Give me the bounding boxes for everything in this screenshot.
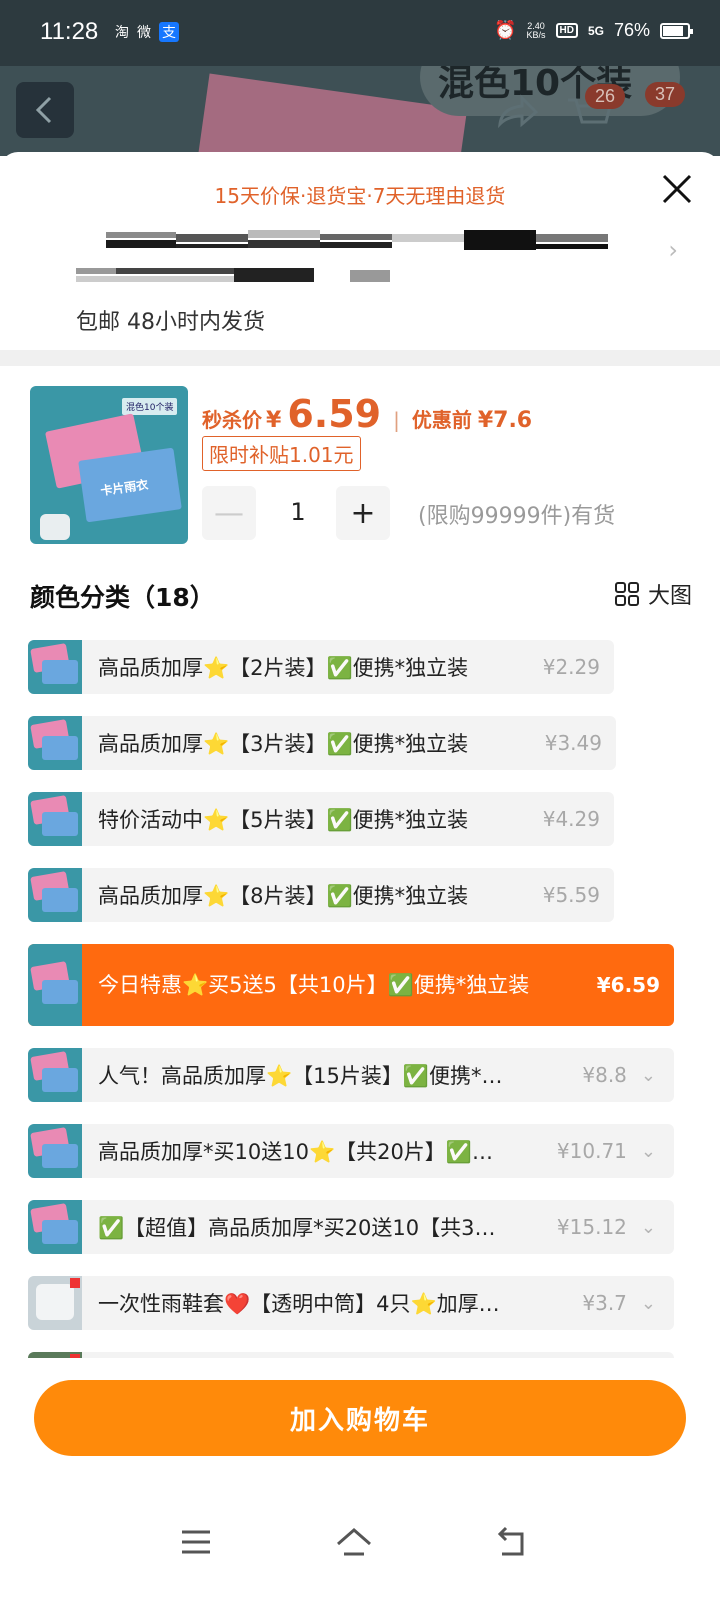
home-icon[interactable] [334,1522,374,1562]
sku-option-image [28,1124,82,1178]
sku-option-partial[interactable] [28,1352,674,1358]
sku-option-selected[interactable]: 今日特惠⭐买5送5【共10片】✅便携*独立装 ¥6.59 [28,944,674,1026]
back-nav-icon[interactable] [492,1522,532,1562]
sku-option[interactable]: 高品质加厚⭐【3片装】✅便携*独立装 ¥3.49 [28,716,616,770]
signal-icon: 5G [587,23,604,38]
sku-option-image [28,1048,82,1102]
menu-icon[interactable] [176,1522,216,1562]
sku-option-image [28,792,82,846]
sku-option[interactable]: 高品质加厚⭐【2片装】✅便携*独立装 ¥2.29 [28,640,614,694]
battery-percent: 76% [613,20,650,40]
sku-option-label: 高品质加厚⭐【3片装】✅便携*独立装 [98,732,469,756]
sku-option-label: 人气！高品质加厚⭐【15片装】✅便携*… [98,1064,503,1088]
cart-count-badge: 26 [585,84,626,109]
sku-selector-sheet: 15天价保·退货宝·7天无理由退货 › 包邮 48小时内发货 混色10个装 卡片… [0,152,720,1600]
increase-quantity-button[interactable]: + [336,486,390,540]
sku-option-label: ✅【超值】高品质加厚*买20送10【共3… [98,1216,496,1240]
grid-icon [614,582,639,606]
status-bar: 11:28 淘 微 支 ⏰ 2.40 KB/s HD 5G 76% [0,0,720,66]
sku-option-price: ¥5.59 [542,883,600,907]
hd-icon: HD [555,23,578,38]
sku-option-list[interactable]: 高品质加厚⭐【2片装】✅便携*独立装 ¥2.29 高品质加厚⭐【3片装】✅便携*… [28,640,688,1358]
system-nav-bar [0,1472,720,1600]
sku-option-label: 高品质加厚⭐【8片装】✅便携*独立装 [98,884,469,908]
sku-option-price: ¥3.49 [544,731,602,755]
net-speed: 2.40 KB/s [526,20,546,40]
message-count-badge: 37 [645,82,686,107]
stock-status: (限购99999件)有货 [418,504,616,529]
back-arrow-icon [35,96,52,124]
sku-option[interactable]: 高品质加厚*买10送10⭐【共20片】✅… ¥10.71 ⌄ [28,1124,674,1178]
sku-option-label: 高品质加厚*买10送10⭐【共20片】✅… [98,1140,493,1164]
alarm-icon: ⏰ [494,20,517,40]
add-to-cart-button[interactable]: 加入购物车 [34,1380,686,1456]
shipping-info: 包邮 48小时内发货 [76,310,265,335]
service-guarantee: 15天价保·退货宝·7天无理由退货 [214,184,506,208]
chevron-down-icon[interactable]: ⌄ [641,1293,656,1314]
alipay-icon: 支 [159,22,179,42]
big-image-toggle[interactable]: 大图 [614,578,692,610]
flash-price: 6.59 [287,392,382,436]
sku-option-image [28,1352,82,1358]
sku-option-image [28,1276,82,1330]
before-discount-price: ¥7.6 [477,408,533,433]
currency-symbol: ¥ [266,408,282,433]
sku-option-image [28,640,82,694]
sku-option-image [28,716,82,770]
price-separator: | [393,408,400,432]
quantity-value[interactable]: 1 [278,498,318,526]
sku-option-label: 高品质加厚⭐【2片装】✅便携*独立装 [98,656,469,680]
redacted-address[interactable] [30,230,670,300]
subsidy-badge: 限时补贴1.01元 [202,436,361,471]
price-row: 秒杀价 ¥ 6.59 | 优惠前 ¥7.6 [202,392,532,436]
before-discount-label: 优惠前 [411,408,472,432]
sku-option[interactable]: 特价活动中⭐【5片装】✅便携*独立装 ¥4.29 [28,792,614,846]
background-product-page: 混色10个装 26 37 [0,66,720,156]
sku-option-label: 今日特惠⭐买5送5【共10片】✅便携*独立装 [98,973,530,997]
chevron-down-icon[interactable]: ⌄ [641,1141,656,1162]
decrease-quantity-button[interactable]: — [202,486,256,540]
address-chevron-right-icon[interactable]: › [668,236,678,264]
sku-option-price: ¥8.8 [582,1063,627,1087]
clock: 11:28 [40,18,99,45]
earbuds-prop [40,514,70,540]
sku-option-price: ¥2.29 [542,655,600,679]
sku-option-price: ¥15.12 [556,1215,627,1239]
taobao-icon: 淘 [115,25,129,41]
sku-option-price: ¥4.29 [542,807,600,831]
back-button[interactable] [16,82,74,138]
sku-option-label: 特价活动中⭐【5片装】✅便携*独立装 [98,808,469,832]
big-image-label: 大图 [647,584,692,609]
battery-icon [660,22,693,39]
wechat-icon: 微 [137,25,151,41]
thumb-tag: 混色10个装 [122,398,178,415]
share-icon [497,94,539,129]
close-icon[interactable] [658,170,696,208]
sku-option-image [28,868,82,922]
system-indicators: ⏰ 2.40 KB/s HD 5G 76% [494,20,693,41]
section-divider [0,350,720,366]
share-button[interactable] [488,82,546,138]
sku-option[interactable]: 人气！高品质加厚⭐【15片装】✅便携*… ¥8.8 ⌄ [28,1048,674,1102]
notification-icons: 淘 微 支 [115,22,179,42]
product-thumbnail[interactable]: 混色10个装 卡片雨衣 [30,386,188,544]
sku-option-price: ¥10.71 [556,1139,627,1163]
sku-option-image [28,1200,82,1254]
chevron-down-icon[interactable]: ⌄ [641,1065,656,1086]
sku-option-price: ¥6.59 [596,973,660,997]
sku-option-price: ¥3.7 [582,1291,627,1315]
blue-raincoat-pack: 卡片雨衣 [78,447,182,523]
sku-option[interactable]: ✅【超值】高品质加厚*买20送10【共3… ¥15.12 ⌄ [28,1200,674,1254]
chevron-down-icon[interactable]: ⌄ [641,1217,656,1238]
sku-option[interactable]: 高品质加厚⭐【8片装】✅便携*独立装 ¥5.59 [28,868,614,922]
sku-option[interactable]: 一次性雨鞋套❤️【透明中筒】4只⭐加厚… ¥3.7 ⌄ [28,1276,674,1330]
sku-option-image [28,944,82,1026]
flash-price-label: 秒杀价 [202,408,262,432]
sku-option-label: 一次性雨鞋套❤️【透明中筒】4只⭐加厚… [98,1292,500,1316]
color-category-title: 颜色分类（18） [30,583,215,612]
